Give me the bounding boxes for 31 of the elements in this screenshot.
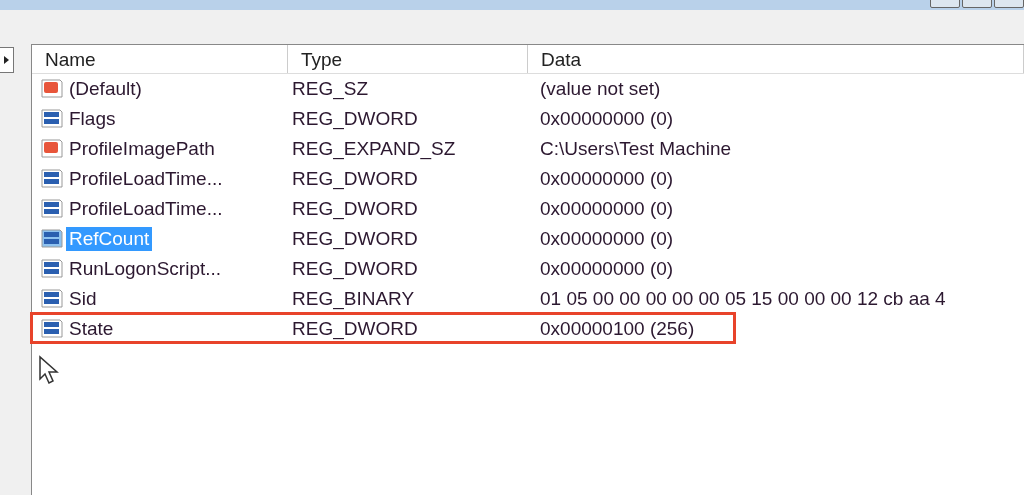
value-data: 0x00000100 (256): [539, 318, 696, 340]
value-data: 0x00000000 (0): [539, 258, 675, 280]
value-data: 0x00000000 (0): [539, 198, 675, 220]
value-name[interactable]: ProfileLoadTime...: [66, 167, 226, 191]
value-data: 01 05 00 00 00 00 00 05 15 00 00 00 12 cb aa 4: [539, 288, 947, 310]
value-type: REG_BINARY: [291, 288, 416, 310]
mouse-pointer-icon: [38, 355, 62, 385]
column-header[interactable]: Type: [288, 45, 528, 73]
value-name[interactable]: Flags: [66, 107, 119, 131]
value-type: REG_DWORD: [291, 228, 419, 250]
value-type: REG_DWORD: [291, 108, 419, 130]
column-header[interactable]: Name: [32, 45, 288, 73]
value-type: REG_DWORD: [291, 198, 419, 220]
value-type: REG_EXPAND_SZ: [291, 138, 457, 160]
value-data: C:\Users\Test Machine: [539, 138, 733, 160]
value-name[interactable]: Sid: [66, 287, 100, 311]
value-name[interactable]: ProfileImagePath: [66, 137, 218, 161]
value-data: 0x00000000 (0): [539, 228, 675, 250]
value-type: REG_DWORD: [291, 168, 419, 190]
value-type: REG_SZ: [291, 78, 370, 100]
value-name[interactable]: (Default): [66, 77, 145, 101]
value-data: 0x00000000 (0): [539, 168, 675, 190]
value-name[interactable]: State: [66, 317, 117, 341]
value-type: REG_DWORD: [291, 318, 419, 340]
value-name[interactable]: ProfileLoadTime...: [66, 197, 226, 221]
scroll-arrow-icon[interactable]: [2, 55, 11, 65]
column-header[interactable]: Data: [528, 45, 1024, 73]
value-data: (value not set): [539, 78, 662, 100]
value-data: 0x00000000 (0): [539, 108, 675, 130]
value-type: REG_DWORD: [291, 258, 419, 280]
value-name[interactable]: RunLogonScript...: [66, 257, 225, 281]
